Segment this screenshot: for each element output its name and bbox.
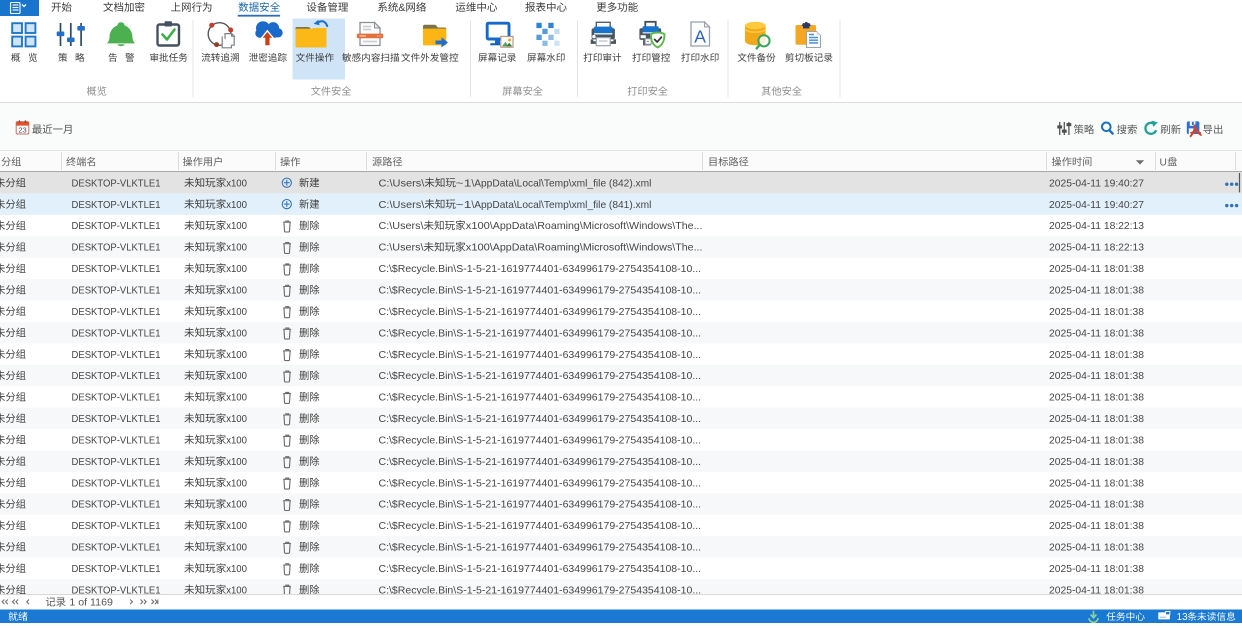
svg-text:A: A (694, 27, 706, 47)
svg-text:2025-04-11 19:40:27: 2025-04-11 19:40:27 (1049, 200, 1144, 211)
svg-text:2025-04-11 18:01:38: 2025-04-11 18:01:38 (1049, 521, 1144, 532)
svg-text:2025-04-11 18:01:38: 2025-04-11 18:01:38 (1049, 393, 1144, 404)
svg-text:2025-04-11 18:01:38: 2025-04-11 18:01:38 (1049, 564, 1144, 575)
svg-text:2025-04-11 18:01:38: 2025-04-11 18:01:38 (1049, 328, 1144, 339)
svg-text:2025-04-11 18:22:13: 2025-04-11 18:22:13 (1049, 243, 1144, 254)
svg-text:2025-04-11 18:01:38: 2025-04-11 18:01:38 (1049, 286, 1144, 297)
svg-text:23: 23 (18, 126, 26, 135)
svg-text:2025-04-11 18:01:38: 2025-04-11 18:01:38 (1049, 350, 1144, 361)
svg-text:2025-04-11 18:01:38: 2025-04-11 18:01:38 (1049, 457, 1144, 468)
svg-text:2025-04-11 18:01:38: 2025-04-11 18:01:38 (1049, 435, 1144, 446)
svg-text:2025-04-11 18:01:38: 2025-04-11 18:01:38 (1049, 371, 1144, 382)
svg-text:2025-04-11 18:01:38: 2025-04-11 18:01:38 (1049, 543, 1144, 554)
svg-text:2025-04-11 18:01:38: 2025-04-11 18:01:38 (1049, 414, 1144, 425)
svg-text:2025-04-11 18:22:13: 2025-04-11 18:22:13 (1049, 221, 1144, 232)
svg-text:U: U (1160, 157, 1167, 168)
svg-text:1 of 1169: 1 of 1169 (69, 598, 113, 609)
svg-text:2025-04-11 18:01:38: 2025-04-11 18:01:38 (1049, 500, 1144, 511)
svg-text:2025-04-11 19:40:27: 2025-04-11 19:40:27 (1049, 178, 1144, 189)
svg-text:2025-04-11 18:01:38: 2025-04-11 18:01:38 (1049, 478, 1144, 489)
svg-text:2025-04-11 18:01:38: 2025-04-11 18:01:38 (1049, 264, 1144, 275)
svg-text:2025-04-11 18:01:38: 2025-04-11 18:01:38 (1049, 307, 1144, 318)
svg-text:13: 13 (1177, 612, 1188, 623)
